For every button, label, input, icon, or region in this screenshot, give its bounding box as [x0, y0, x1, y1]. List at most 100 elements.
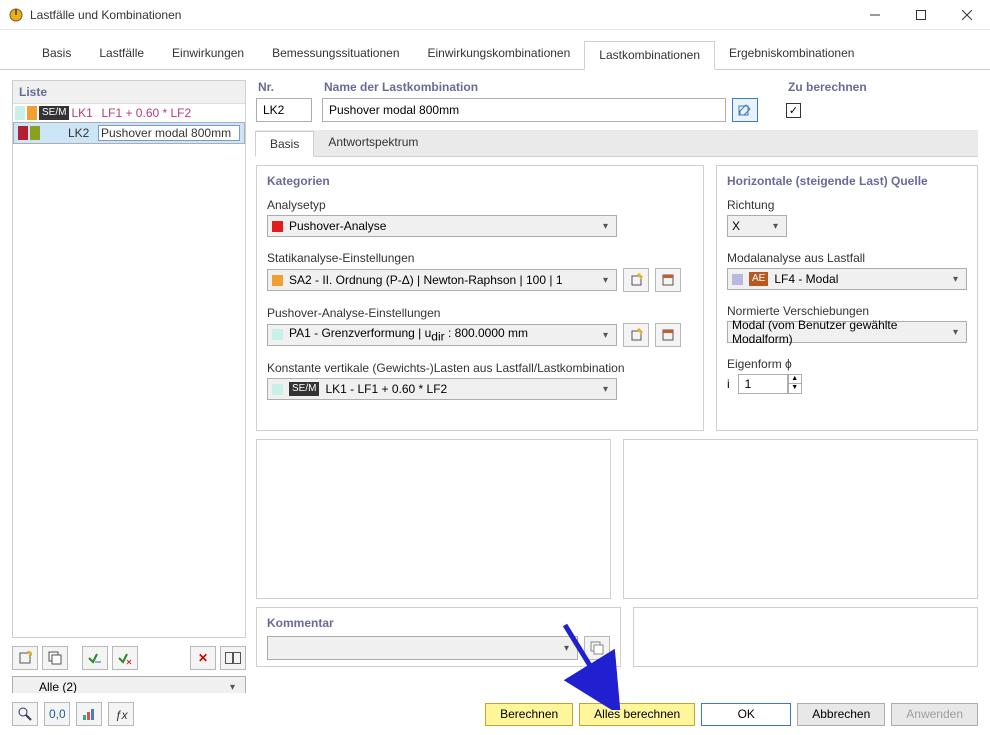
function-button[interactable]: ƒx	[108, 702, 134, 726]
svg-text:ƒx: ƒx	[115, 708, 128, 721]
lilac-square-icon	[732, 274, 743, 285]
tab-lastfaelle[interactable]: Lastfälle	[85, 40, 158, 69]
berechnen-button[interactable]: Berechnen	[485, 703, 573, 726]
list-row[interactable]: SE/M LK1 LF1 + 0.60 * LF2	[13, 104, 245, 122]
name-label: Name der Lastkombination	[322, 80, 758, 98]
close-button[interactable]	[944, 0, 990, 30]
chevron-down-icon: ▾	[949, 327, 962, 338]
units-button[interactable]: 0,00	[44, 702, 70, 726]
richtung-select[interactable]: X ▾	[727, 215, 787, 237]
spin-up-button[interactable]: ▲	[788, 374, 802, 384]
row-text: Pushover modal 800mm	[98, 125, 240, 141]
red-square-icon	[272, 221, 283, 232]
copy-button[interactable]	[42, 646, 68, 670]
chevron-down-icon: ▾	[599, 275, 612, 286]
main-tabs: Basis Lastfälle Einwirkungen Bemessungss…	[0, 30, 990, 70]
check-select-button[interactable]	[82, 646, 108, 670]
svg-text:0,00: 0,00	[49, 707, 65, 721]
delete-button[interactable]: ✕	[190, 646, 216, 670]
new-button[interactable]	[12, 646, 38, 670]
modal-select[interactable]: AE LF4 - Modal ▾	[727, 268, 967, 290]
tab-einwirkungen[interactable]: Einwirkungen	[158, 40, 258, 69]
tab-einwirkungskomb[interactable]: Einwirkungskombinationen	[414, 40, 585, 69]
chevron-down-icon: ▾	[599, 330, 612, 341]
blank-left-panel	[256, 439, 611, 599]
list-row[interactable]: LK2 Pushover modal 800mm	[13, 122, 245, 144]
color-swatch	[15, 106, 25, 120]
tab-bemessung[interactable]: Bemessungssituationen	[258, 40, 413, 69]
kommentar-label: Kommentar	[267, 616, 610, 630]
calc-checkbox[interactable]: ✓	[786, 103, 801, 118]
ok-button[interactable]: OK	[701, 703, 791, 726]
nr-field[interactable]: LK2	[256, 98, 312, 122]
push-select[interactable]: PA1 - Grenzverformung | udir : 800.0000 …	[267, 324, 617, 346]
window-title: Lastfälle und Kombinationen	[30, 8, 852, 22]
edit-push-button[interactable]	[655, 323, 681, 347]
konst-select[interactable]: SE/M LK1 - LF1 + 0.60 * LF2 ▾	[267, 378, 617, 400]
maximize-button[interactable]	[898, 0, 944, 30]
chevron-down-icon: ▾	[599, 221, 612, 232]
kategorien-panel: Kategorien Analysetyp Pushover-Analyse ▾…	[256, 165, 704, 431]
calc-label: Zu berechnen	[786, 80, 978, 98]
name-field[interactable]: Pushover modal 800mm	[322, 98, 726, 122]
horizontal-title: Horizontale (steigende Last) Quelle	[727, 174, 967, 188]
cyan-square-icon	[272, 384, 283, 395]
subtab-basis[interactable]: Basis	[255, 131, 314, 157]
kommentar-copy-button[interactable]	[584, 636, 610, 660]
kommentar-panel: Kommentar ▾	[256, 607, 621, 667]
sub-tabs: Basis Antwortspektrum	[256, 130, 978, 157]
color-swatch	[18, 126, 28, 140]
row-lk: LK1	[71, 106, 99, 120]
anwenden-button[interactable]: Anwenden	[891, 703, 978, 726]
search-button[interactable]	[12, 702, 38, 726]
subtab-antwort[interactable]: Antwortspektrum	[314, 130, 432, 156]
nr-label: Nr.	[256, 80, 312, 98]
list-box[interactable]: SE/M LK1 LF1 + 0.60 * LF2 LK2 Pushover m…	[13, 104, 245, 628]
list-header: Liste	[13, 81, 245, 104]
eigen-input[interactable]: 1	[738, 374, 788, 394]
richtung-label: Richtung	[727, 198, 967, 212]
check-clear-button[interactable]	[112, 646, 138, 670]
color-swatch	[30, 126, 40, 140]
tab-lastkombinationen[interactable]: Lastkombinationen	[584, 41, 715, 70]
blank-kom-right	[633, 607, 978, 667]
edit-statik-button[interactable]	[655, 268, 681, 292]
row-tag: SE/M	[39, 106, 69, 120]
norm-label: Normierte Verschiebungen	[727, 304, 967, 318]
chevron-down-icon: ▾	[769, 221, 782, 232]
modal-label: Modalanalyse aus Lastfall	[727, 251, 967, 265]
layout-button[interactable]	[220, 646, 246, 670]
abbrechen-button[interactable]: Abbrechen	[797, 703, 885, 726]
chart-button[interactable]	[76, 702, 102, 726]
statik-label: Statikanalyse-Einstellungen	[267, 251, 693, 265]
alles-berechnen-button[interactable]: Alles berechnen	[579, 703, 695, 726]
bottom-bar: 0,00 ƒx Berechnen Alles berechnen OK Abb…	[0, 693, 990, 735]
chevron-down-icon: ▾	[949, 274, 962, 285]
edit-name-button[interactable]	[732, 98, 758, 122]
blank-right-panel	[623, 439, 978, 599]
chevron-down-icon: ▾	[560, 643, 573, 654]
chevron-down-icon: ▾	[226, 682, 239, 693]
norm-select[interactable]: Modal (vom Benutzer gewählte Modalform) …	[727, 321, 967, 343]
row-text: LF1 + 0.60 * LF2	[101, 106, 243, 120]
kategorien-title: Kategorien	[267, 174, 693, 188]
minimize-button[interactable]	[852, 0, 898, 30]
cyan-square-icon	[272, 329, 283, 340]
new-statik-button[interactable]	[623, 268, 649, 292]
konst-tag: SE/M	[289, 382, 319, 396]
konst-label: Konstante vertikale (Gewichts-)Lasten au…	[267, 361, 693, 375]
eigen-i: i	[727, 377, 730, 391]
app-icon	[8, 7, 24, 23]
chevron-down-icon: ▾	[599, 384, 612, 395]
statik-select[interactable]: SA2 - II. Ordnung (P-Δ) | Newton-Raphson…	[267, 269, 617, 291]
new-push-button[interactable]	[623, 323, 649, 347]
analysetyp-select[interactable]: Pushover-Analyse ▾	[267, 215, 617, 237]
spin-down-button[interactable]: ▼	[788, 384, 802, 394]
horizontal-panel: Horizontale (steigende Last) Quelle Rich…	[716, 165, 978, 431]
modal-tag: AE	[749, 272, 768, 286]
orange-square-icon	[272, 275, 283, 286]
tab-ergebniskomb[interactable]: Ergebniskombinationen	[715, 40, 868, 69]
tab-basis[interactable]: Basis	[28, 40, 85, 69]
kommentar-select[interactable]: ▾	[267, 636, 578, 660]
row-lk: LK2	[68, 126, 96, 140]
